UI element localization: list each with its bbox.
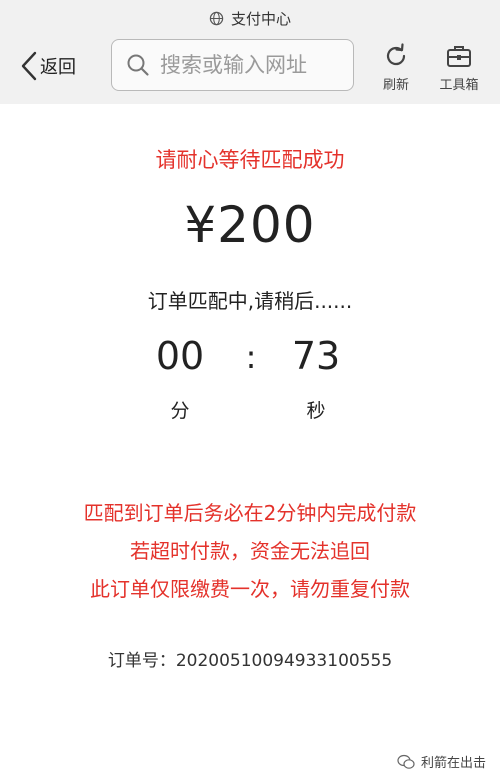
warning-line: 此订单仅限缴费一次，请勿重复付款	[90, 577, 410, 601]
back-label: 返回	[40, 57, 76, 78]
watermark: 利箭在出击	[397, 752, 486, 771]
warning-line: 若超时付款，资金无法追回	[130, 539, 370, 563]
timer-seconds: 73	[291, 334, 341, 378]
payment-page: 支付中心 返回 刷新	[0, 0, 500, 783]
wait-notice: 请耐心等待匹配成功	[155, 148, 345, 172]
toolbox-label: 工具箱	[439, 78, 479, 93]
globe-icon	[209, 11, 224, 25]
warning-line: 匹配到订单后务必在2分钟内完成付款	[83, 501, 417, 525]
toolbox-button[interactable]: 工具箱	[429, 42, 489, 96]
order-number: 20200510094933100555	[175, 651, 393, 671]
refresh-label: 刷新	[382, 78, 409, 93]
timer-seconds-unit: 秒	[306, 400, 326, 422]
back-button[interactable]: 返回	[20, 48, 76, 84]
order-number-line: 订单号：20200510094933100555	[0, 646, 500, 671]
order-number-label: 订单号：	[107, 651, 176, 671]
refresh-button[interactable]: 刷新	[366, 42, 426, 96]
site-title-bar: 支付中心	[0, 6, 500, 30]
search-input[interactable]	[160, 53, 340, 77]
matching-status: 订单匹配中,请稍后......	[147, 289, 353, 313]
search-box[interactable]	[111, 39, 354, 91]
chevron-left-icon	[21, 51, 37, 81]
site-title: 支付中心	[230, 9, 291, 28]
timer-minutes: 00	[155, 334, 205, 378]
refresh-icon	[386, 43, 406, 66]
payment-amount: ¥200	[184, 196, 316, 254]
toolbox-icon	[447, 46, 471, 67]
watermark-text: 利箭在出击	[420, 756, 486, 771]
timer-minutes-unit: 分	[170, 400, 190, 422]
timer-separator: :	[245, 338, 257, 376]
search-icon	[127, 54, 149, 76]
browser-bar: 支付中心 返回 刷新	[0, 0, 500, 104]
wechat-icon	[397, 754, 415, 769]
